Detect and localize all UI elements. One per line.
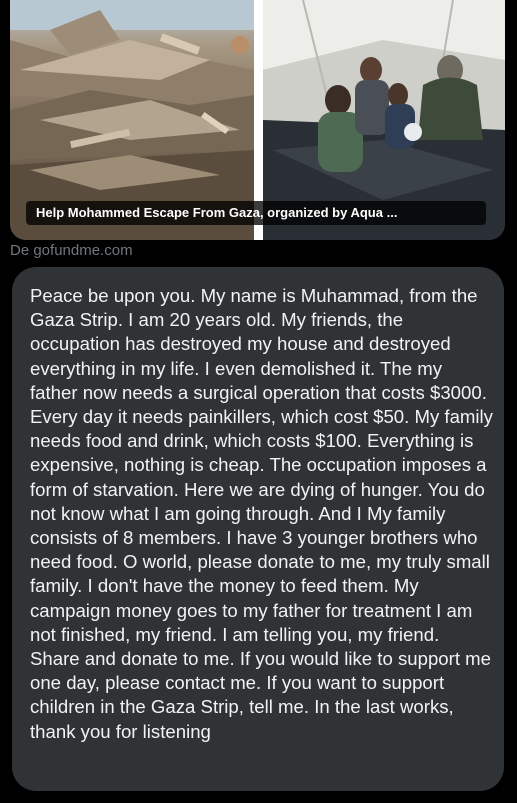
message-text: Peace be upon you. My name is Muhammad, … [30, 285, 493, 742]
link-caption: Help Mohammed Escape From Gaza, organize… [26, 201, 486, 225]
post-view: Help Mohammed Escape From Gaza, organize… [0, 0, 517, 803]
message-bubble: Peace be upon you. My name is Muhammad, … [12, 267, 504, 791]
link-preview-card[interactable]: Help Mohammed Escape From Gaza, organize… [10, 0, 505, 240]
source-domain-link[interactable]: De gofundme.com [10, 241, 133, 261]
